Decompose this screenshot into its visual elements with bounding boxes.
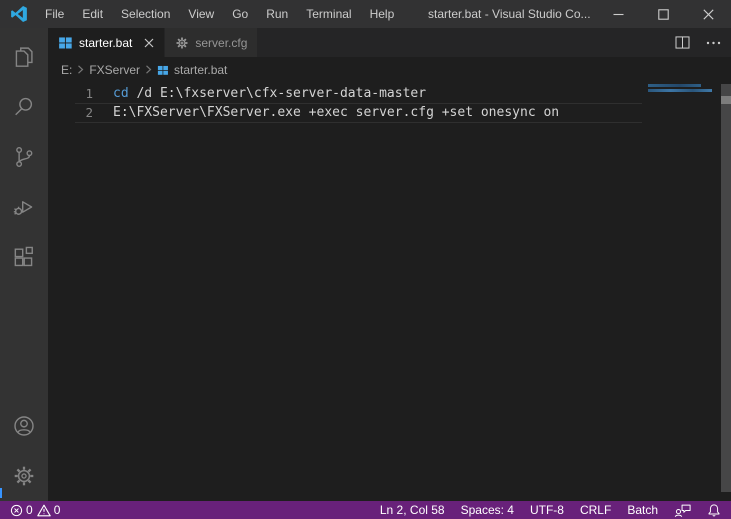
run-debug-icon[interactable]	[0, 182, 48, 232]
token-text: E:\FXServer\FXServer.exe +exec server.cf…	[113, 105, 560, 120]
indentation-setting[interactable]: Spaces: 4	[461, 503, 514, 517]
search-icon[interactable]	[0, 82, 48, 132]
tab-starter-bat[interactable]: starter.bat	[48, 28, 165, 57]
code-text: E:\FXServer\FXServer.exe +exec server.cf…	[93, 103, 559, 122]
menu-view[interactable]: View	[179, 0, 223, 28]
activity-bar	[0, 28, 48, 501]
chevron-right-icon	[145, 65, 152, 74]
notifications-bell-icon[interactable]	[707, 503, 721, 518]
settings-gear-icon[interactable]	[0, 451, 48, 501]
cursor-position[interactable]: Ln 2, Col 58	[380, 503, 445, 517]
vscode-logo-icon	[10, 5, 28, 23]
token-text: /d E:\fxserver\cfx-server-data-master	[128, 86, 427, 101]
tab-label: starter.bat	[79, 35, 133, 50]
main-body: starter.bat server.cfg E: FXServer start…	[0, 28, 731, 501]
menu-go[interactable]: Go	[223, 0, 257, 28]
code-line[interactable]: 2 E:\FXServer\FXServer.exe +exec server.…	[48, 103, 731, 122]
chevron-right-icon	[77, 65, 84, 74]
editor-area: starter.bat server.cfg E: FXServer start…	[48, 28, 731, 501]
tab-server-cfg[interactable]: server.cfg	[165, 28, 258, 57]
account-icon[interactable]	[0, 401, 48, 451]
vscode-window: File Edit Selection View Go Run Terminal…	[0, 0, 731, 519]
menu-help[interactable]: Help	[361, 0, 404, 28]
title-bar: File Edit Selection View Go Run Terminal…	[0, 0, 731, 28]
extensions-icon[interactable]	[0, 232, 48, 282]
breadcrumb: E: FXServer starter.bat	[48, 57, 731, 82]
menu-bar: File Edit Selection View Go Run Terminal…	[36, 0, 403, 28]
error-icon	[10, 504, 23, 517]
breadcrumb-folder[interactable]: FXServer	[89, 63, 140, 77]
breadcrumb-drive[interactable]: E:	[61, 63, 72, 77]
code-editor[interactable]: 1 cd /d E:\fxserver\cfx-server-data-mast…	[48, 82, 731, 501]
line-number: 1	[85, 86, 93, 101]
encoding-setting[interactable]: UTF-8	[530, 503, 564, 517]
minimap-line	[648, 84, 701, 87]
minimap-line	[648, 89, 712, 92]
editor-actions	[675, 28, 721, 57]
windows-bat-icon	[157, 64, 169, 76]
tab-label: server.cfg	[195, 35, 248, 50]
menu-run[interactable]: Run	[257, 0, 297, 28]
eol-setting[interactable]: CRLF	[580, 503, 611, 517]
warning-count: 0	[53, 503, 61, 517]
windows-bat-icon	[58, 35, 73, 50]
status-bar: 0 0 Ln 2, Col 58 Spaces: 4 UTF-8 CRLF Ba…	[0, 501, 731, 519]
menu-terminal[interactable]: Terminal	[297, 0, 360, 28]
code-line[interactable]: 1 cd /d E:\fxserver\cfx-server-data-mast…	[48, 84, 731, 103]
split-editor-icon[interactable]	[675, 36, 690, 49]
warning-icon	[36, 504, 51, 517]
problems-indicator[interactable]: 0 0	[10, 503, 60, 517]
gear-icon	[175, 36, 189, 50]
feedback-icon[interactable]	[674, 503, 691, 518]
tab-bar: starter.bat server.cfg	[48, 28, 731, 57]
minimize-button[interactable]	[596, 0, 641, 28]
minimap[interactable]	[648, 84, 712, 92]
maximize-button[interactable]	[641, 0, 686, 28]
source-control-icon[interactable]	[0, 132, 48, 182]
close-tab-icon[interactable]	[144, 38, 154, 48]
error-count: 0	[26, 503, 33, 517]
code-text: cd /d E:\fxserver\cfx-server-data-master	[93, 84, 426, 103]
breadcrumb-file[interactable]: starter.bat	[174, 63, 227, 77]
explorer-icon[interactable]	[0, 32, 48, 82]
menu-file[interactable]: File	[36, 0, 73, 28]
close-window-button[interactable]	[686, 0, 731, 28]
language-mode[interactable]: Batch	[627, 503, 658, 517]
vertical-scrollbar[interactable]	[721, 84, 731, 492]
more-actions-icon[interactable]	[706, 41, 721, 45]
window-controls	[596, 0, 731, 28]
menu-edit[interactable]: Edit	[73, 0, 112, 28]
scrollbar-thumb[interactable]	[721, 96, 731, 104]
line-number: 2	[85, 105, 93, 120]
menu-selection[interactable]: Selection	[112, 0, 179, 28]
status-bar-right: Ln 2, Col 58 Spaces: 4 UTF-8 CRLF Batch	[380, 503, 721, 518]
window-edge-accent	[0, 488, 2, 498]
token-keyword: cd	[113, 86, 129, 101]
window-title: starter.bat - Visual Studio Co...	[428, 7, 591, 21]
